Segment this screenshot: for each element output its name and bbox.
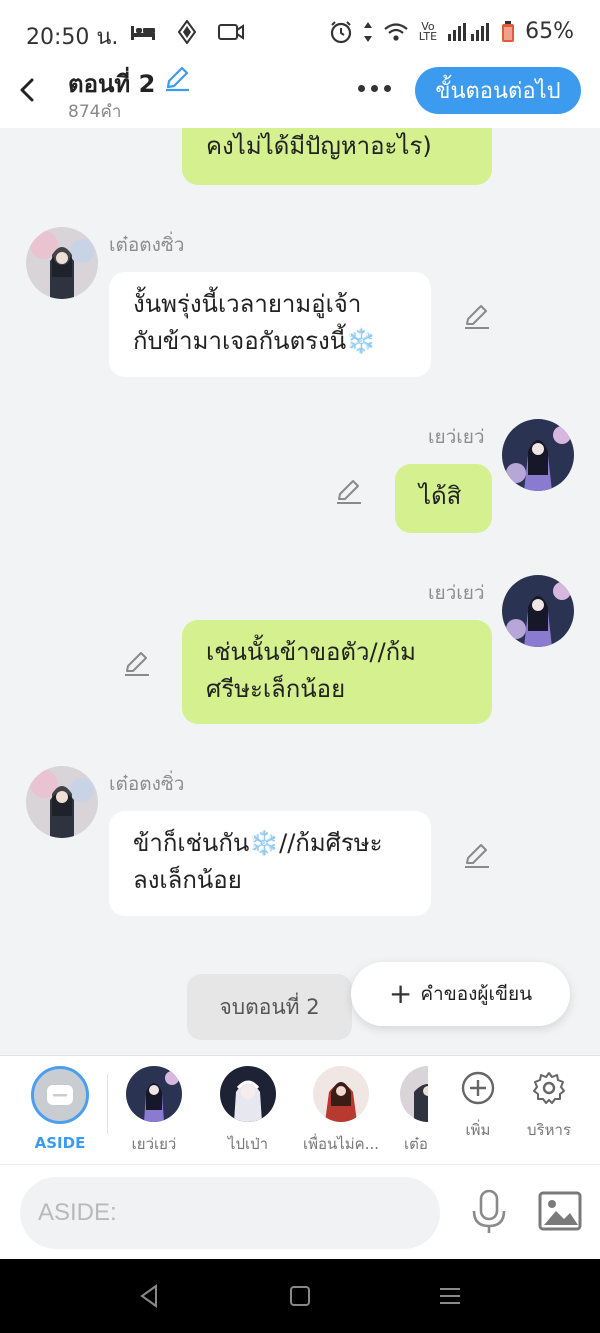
character-portrait-icon — [26, 766, 98, 838]
character-portrait-icon — [502, 419, 574, 491]
character-friend[interactable]: เพื่อนไม่ค... — [298, 1066, 384, 1156]
sender-name: เต๋อตงซิ่ว — [109, 234, 185, 256]
chat-bubble-icon — [47, 1085, 73, 1105]
microphone-icon[interactable] — [468, 1189, 510, 1235]
lte-bottom-label: LTE — [418, 29, 438, 43]
character-portrait-icon — [220, 1066, 276, 1122]
message-text-line: เช่นนั้นข้าขอตัว//ก้ม — [206, 638, 416, 666]
status-right-icons: Vo LTE 65% — [329, 19, 574, 44]
video-icon — [218, 24, 244, 40]
edit-message-pencil-icon[interactable] — [462, 840, 492, 870]
character-label: ไปเป่า — [227, 1135, 269, 1153]
nav-home-icon[interactable] — [285, 1281, 315, 1311]
battery-percent: 65% — [525, 19, 574, 44]
character-label: เพื่อนไม่ค... — [302, 1135, 380, 1153]
chat-area[interactable]: คงไม่ได้มีปัญหาอะไร) เต๋อตงซิ่ว งั้นพรุ่… — [0, 128, 600, 1055]
manage-label: บริหาร — [527, 1121, 571, 1139]
signal-icon — [448, 22, 490, 41]
episode-header: ตอนที่ 2 874คำ ขั้นตอนต่อไป — [0, 62, 600, 128]
lte-indicator: Vo LTE — [418, 21, 438, 43]
edit-message-pencil-icon[interactable] — [334, 476, 364, 506]
nav-back-icon[interactable] — [135, 1281, 165, 1311]
character-paibao[interactable]: ไปเป่า — [212, 1066, 284, 1156]
manage-button[interactable]: บริหาร — [524, 1070, 574, 1142]
character-label: เยว่เยว่ — [131, 1135, 177, 1153]
edit-message-pencil-icon[interactable] — [122, 648, 152, 678]
status-left-icons — [130, 20, 244, 44]
character-avatar — [400, 1066, 428, 1122]
message-text: ได้สิ — [419, 482, 462, 510]
bed-icon — [131, 26, 155, 40]
sender-name: เยว่เยว่ — [428, 426, 485, 448]
location-diamond-icon — [178, 20, 196, 44]
message-bubble-right[interactable]: คงไม่ได้มีปัญหาอะไร) — [182, 128, 492, 185]
battery-icon — [502, 20, 515, 42]
character-avatar — [313, 1066, 369, 1122]
word-count: 874คำ — [68, 102, 122, 122]
message-text-line: ลงเล็กน้อย — [133, 866, 242, 894]
alarm-icon — [330, 20, 351, 43]
add-label: เพิ่ม — [465, 1121, 491, 1139]
more-options-button[interactable] — [354, 76, 394, 100]
status-time: 20:50 น. — [26, 25, 119, 50]
divider — [107, 1074, 108, 1134]
character-portrait-icon — [502, 575, 574, 647]
aside-avatar — [31, 1066, 89, 1124]
character-portrait-icon — [400, 1066, 428, 1122]
wifi-icon — [384, 22, 408, 41]
plus-icon: + — [388, 977, 413, 1010]
message-input-bar — [0, 1164, 600, 1259]
message-text-line: ข้าก็เช่นกัน❄️//ก้มศีรษะ — [133, 829, 383, 857]
message-bubble-left[interactable]: ข้าก็เช่นกัน❄️//ก้มศีรษะ ลงเล็กน้อย — [109, 811, 431, 916]
author-note-button[interactable]: + คำของผู้เขียน — [351, 962, 570, 1026]
character-portrait-icon — [126, 1066, 182, 1122]
data-arrows-icon — [363, 21, 372, 42]
image-upload-icon[interactable] — [538, 1191, 582, 1231]
character-avatar — [126, 1066, 182, 1122]
character-portrait-icon — [26, 227, 98, 299]
sender-name: เยว่เยว่ — [428, 582, 485, 604]
status-bar: 20:50 น. Vo LTE 65% — [0, 0, 600, 62]
character-selector-bar: ASIDE เยว่เยว่ ไปเป่า เพื่อนไม่ค... เต๋อ… — [0, 1055, 600, 1164]
add-circle-icon — [461, 1071, 495, 1105]
avatar-character-right[interactable] — [502, 419, 574, 491]
aside-input[interactable] — [20, 1177, 440, 1249]
sender-name: เต๋อตงซิ่ว — [109, 773, 185, 795]
avatar-character-left[interactable] — [26, 766, 98, 838]
character-avatar — [220, 1066, 276, 1122]
message-text: คงไม่ได้มีปัญหาอะไร) — [206, 132, 432, 160]
message-text-line: งั้นพรุ่งนี้เวลายามอู่เจ้า — [133, 290, 362, 318]
message-text-line: กับข้ามาเจอกันตรงนี้❄️ — [133, 327, 377, 355]
character-label: เต๋อ — [404, 1135, 428, 1153]
character-yueyue[interactable]: เยว่เยว่ — [118, 1066, 190, 1156]
back-arrow-icon[interactable] — [10, 72, 46, 108]
add-character-button[interactable]: เพิ่ม — [456, 1070, 500, 1142]
character-label: ASIDE — [34, 1134, 86, 1152]
next-step-button[interactable]: ขั้นตอนต่อไป — [415, 67, 581, 114]
avatar-character-right[interactable] — [502, 575, 574, 647]
dot-icon — [383, 84, 391, 92]
end-of-episode-chip: จบตอนที่ 2 — [187, 974, 352, 1040]
message-bubble-left[interactable]: งั้นพรุ่งนี้เวลายามอู่เจ้า กับข้ามาเจอกั… — [109, 272, 431, 377]
nav-recents-icon[interactable] — [435, 1281, 465, 1311]
author-note-label: คำของผู้เขียน — [420, 983, 533, 1005]
gear-icon — [533, 1072, 565, 1104]
dot-icon — [370, 84, 378, 92]
character-aside[interactable]: ASIDE — [28, 1066, 92, 1152]
avatar-character-left[interactable] — [26, 227, 98, 299]
dot-icon — [357, 84, 365, 92]
system-nav-bar — [0, 1259, 600, 1333]
character-portrait-icon — [313, 1066, 369, 1122]
character-partial[interactable]: เต๋อ — [400, 1066, 428, 1156]
message-bubble-right[interactable]: เช่นนั้นข้าขอตัว//ก้ม ศรีษะเล็กน้อย — [182, 620, 492, 724]
edit-title-pencil-icon[interactable] — [163, 64, 191, 92]
edit-message-pencil-icon[interactable] — [462, 301, 492, 331]
message-bubble-right[interactable]: ได้สิ — [395, 464, 492, 533]
message-text-line: ศรีษะเล็กน้อย — [206, 675, 346, 703]
